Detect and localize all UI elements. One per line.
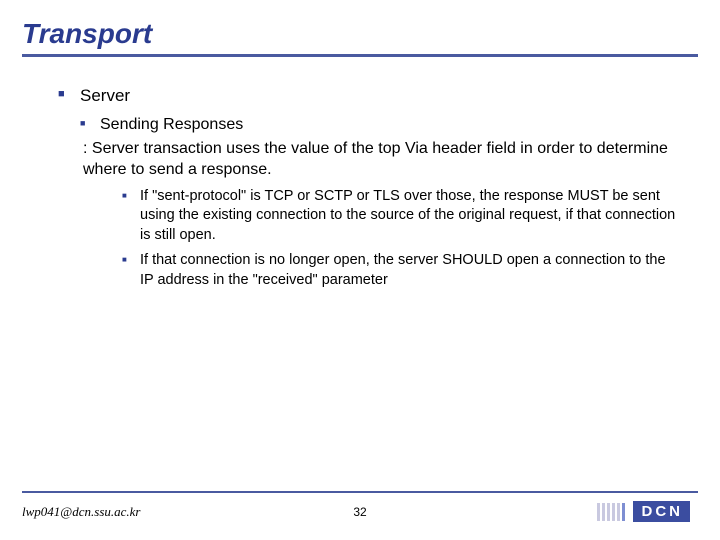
logo-bars-icon bbox=[597, 503, 625, 521]
footer: lwp041@dcn.ssu.ac.kr 32 DCN bbox=[0, 491, 720, 522]
footer-logo: DCN bbox=[597, 501, 691, 522]
bullet-sending-responses: Sending Responses bbox=[80, 114, 682, 136]
sending-description: : Server transaction uses the value of t… bbox=[80, 138, 682, 181]
bullet-point-1: If "sent-protocol" is TCP or SCTP or TLS… bbox=[122, 187, 682, 246]
page-number: 32 bbox=[353, 505, 366, 519]
footer-divider bbox=[22, 491, 698, 493]
footer-email: lwp041@dcn.ssu.ac.kr bbox=[22, 504, 140, 520]
bullet-point-2: If that connection is no longer open, th… bbox=[122, 251, 682, 290]
bullet-server: Server bbox=[58, 85, 682, 108]
content-area: Server Sending Responses : Server transa… bbox=[0, 57, 720, 291]
logo-text: DCN bbox=[633, 501, 691, 522]
slide-title: Transport bbox=[0, 0, 720, 54]
